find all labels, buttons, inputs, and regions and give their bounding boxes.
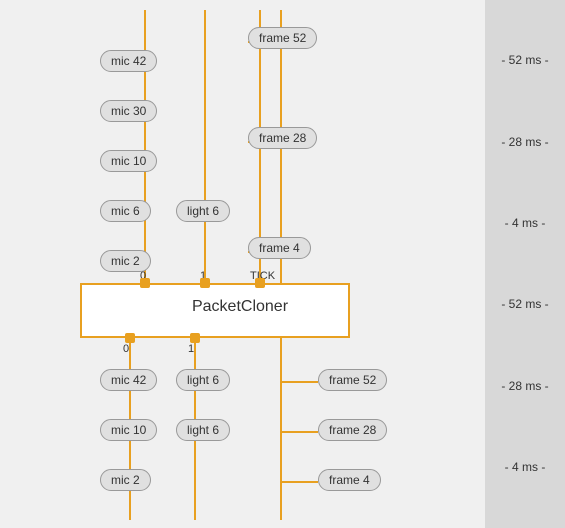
main-container: PacketCloner 0 1 TICK 0 1 mic 42 mic 30 … [0, 0, 565, 528]
node-mic2-out: mic 2 [100, 469, 151, 491]
port-dot-out-1 [190, 333, 200, 343]
node-frame28-out: frame 28 [318, 419, 387, 441]
port-dot-out-0 [125, 333, 135, 343]
ms-label-52-bot: - 52 ms - [501, 296, 548, 313]
node-mic30-in: mic 30 [100, 100, 157, 122]
node-mic10-out: mic 10 [100, 419, 157, 441]
ms-label-4-bot: - 4 ms - [505, 459, 546, 476]
node-frame52-out: frame 52 [318, 369, 387, 391]
node-light6a-out: light 6 [176, 369, 230, 391]
port-label-out-1: 1 [188, 343, 194, 355]
node-mic2-in: mic 2 [100, 250, 151, 272]
ms-label-28-bot: - 28 ms - [501, 378, 548, 395]
packet-cloner-label: PacketCloner [150, 298, 330, 316]
node-mic42-in: mic 42 [100, 50, 157, 72]
diagram-area: PacketCloner 0 1 TICK 0 1 mic 42 mic 30 … [0, 0, 485, 528]
node-mic6-in: mic 6 [100, 200, 151, 222]
ms-label-52-top: - 52 ms - [501, 52, 548, 69]
node-light6-in: light 6 [176, 200, 230, 222]
port-label-out-0: 0 [123, 343, 129, 355]
node-frame4-in: frame 4 [248, 237, 311, 259]
node-light6b-out: light 6 [176, 419, 230, 441]
node-frame52-in: frame 52 [248, 27, 317, 49]
node-frame4-out: frame 4 [318, 469, 381, 491]
ms-label-28-top: - 28 ms - [501, 134, 548, 151]
port-dot-in-tick [255, 278, 265, 288]
port-dot-in-0 [140, 278, 150, 288]
ms-label-4-top: - 4 ms - [505, 215, 546, 232]
right-panel: - 52 ms - - 28 ms - - 4 ms - - 52 ms - -… [485, 0, 565, 528]
connection-lines [0, 0, 485, 528]
node-frame28-in: frame 28 [248, 127, 317, 149]
node-mic10-in: mic 10 [100, 150, 157, 172]
port-dot-in-1 [200, 278, 210, 288]
node-mic42-out: mic 42 [100, 369, 157, 391]
